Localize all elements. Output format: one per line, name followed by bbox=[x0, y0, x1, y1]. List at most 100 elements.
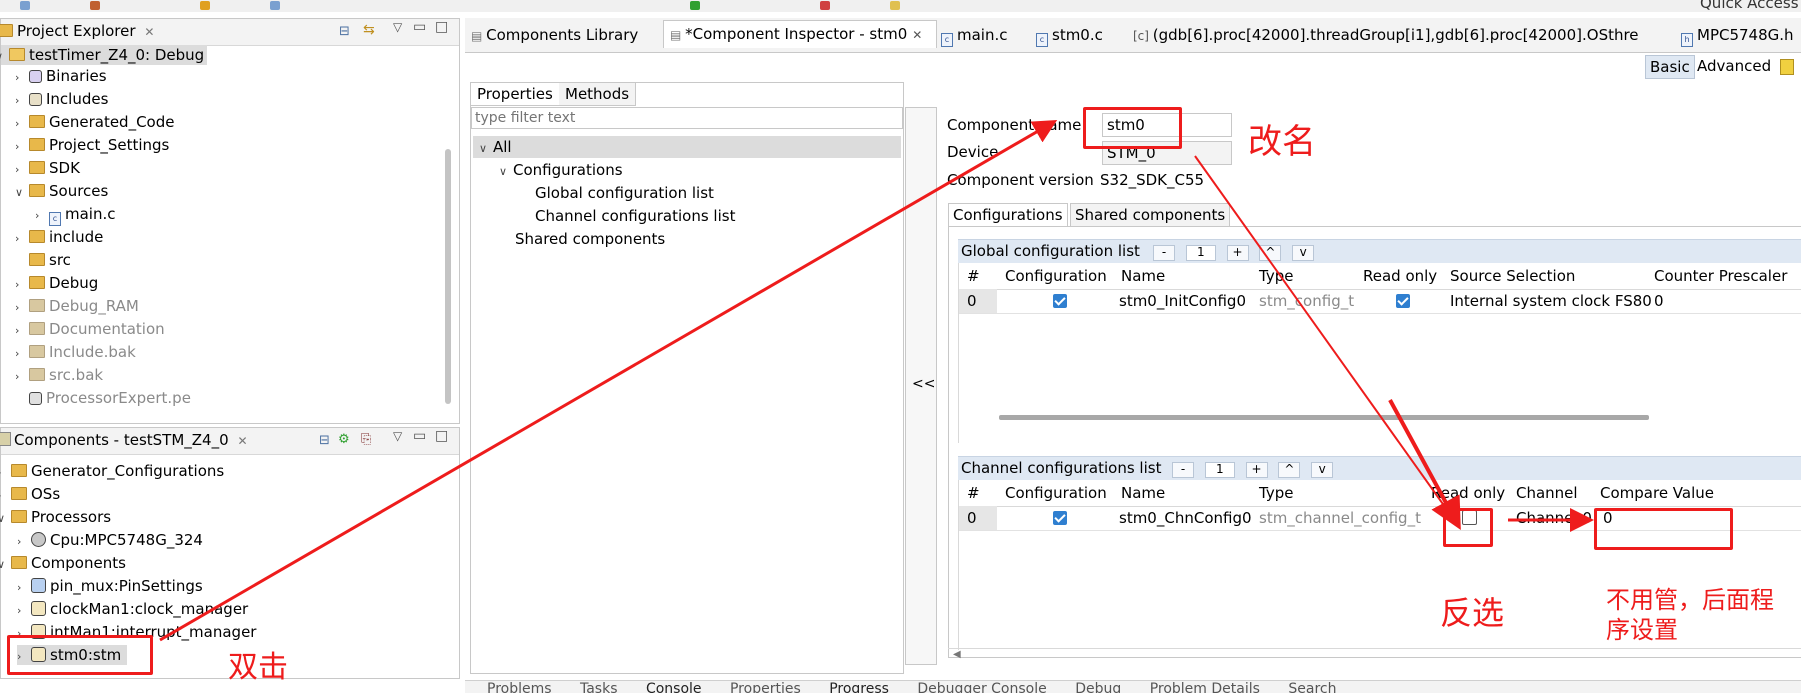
chevron-right-icon[interactable]: › bbox=[0, 463, 11, 483]
filter-input[interactable] bbox=[471, 107, 903, 129]
tree-item-configurations[interactable]: ∨ Configurations bbox=[499, 160, 623, 180]
chevron-right-icon[interactable]: › bbox=[15, 229, 29, 249]
chevron-down-icon[interactable]: ∨ bbox=[0, 555, 11, 575]
tab-problems[interactable]: Problems bbox=[487, 681, 552, 693]
count-field[interactable]: 1 bbox=[1204, 461, 1235, 478]
tab-components-library[interactable]: ▤ Components Library bbox=[465, 22, 644, 49]
stop-icon[interactable] bbox=[820, 1, 830, 10]
move-down-button[interactable]: v bbox=[1311, 461, 1334, 478]
chevron-right-icon[interactable]: › bbox=[0, 486, 11, 506]
remove-button[interactable]: - bbox=[1153, 244, 1175, 261]
chevron-right-icon[interactable]: › bbox=[15, 160, 29, 180]
tab-gdb-thread[interactable]: [c] (gdb[6].proc[42000].threadGroup[i1],… bbox=[1127, 22, 1639, 49]
panel-scrollbar[interactable]: ◀ bbox=[948, 648, 1801, 663]
tab-console[interactable]: Console bbox=[646, 681, 702, 693]
quick-access[interactable]: Quick Access bbox=[1700, 0, 1799, 12]
tab-debugger-console[interactable]: Debugger Console bbox=[917, 681, 1046, 693]
project-root[interactable]: ∨testTimer_Z4_0: Debug bbox=[0, 45, 207, 67]
tree-item-src-bak[interactable]: › src.bak bbox=[15, 365, 103, 385]
tree-item-debug[interactable]: › Debug bbox=[15, 273, 98, 293]
tree-item-cpu[interactable]: › Cpu:MPC5748G_324 bbox=[17, 530, 203, 550]
generate-code-icon[interactable]: ⚙ bbox=[338, 432, 350, 447]
chevron-down-icon[interactable]: ∨ bbox=[15, 183, 29, 203]
chevron-down-icon[interactable]: ∨ bbox=[499, 162, 513, 182]
move-up-button[interactable]: ^ bbox=[1278, 461, 1301, 478]
advanced-mode-button[interactable]: Advanced bbox=[1693, 55, 1775, 77]
chevron-down-icon[interactable]: ∨ bbox=[0, 509, 11, 529]
tab-shared-components[interactable]: Shared components bbox=[1070, 203, 1231, 227]
debug-icon[interactable] bbox=[20, 1, 30, 10]
tree-item-components[interactable]: ∨ Components bbox=[0, 553, 126, 573]
configuration-checkbox[interactable] bbox=[1053, 294, 1067, 308]
chevron-right-icon[interactable]: › bbox=[17, 578, 31, 598]
tree-item-src[interactable]: src bbox=[15, 250, 71, 270]
link-editor-icon[interactable]: ⇆ bbox=[363, 22, 375, 38]
build-icon[interactable] bbox=[200, 1, 210, 10]
move-up-button[interactable]: ^ bbox=[1259, 244, 1282, 261]
collapse-panel-button[interactable]: << bbox=[905, 107, 937, 665]
chevron-right-icon[interactable]: › bbox=[15, 275, 29, 295]
chevron-down-icon[interactable]: ∨ bbox=[479, 139, 493, 159]
search-icon[interactable] bbox=[270, 1, 280, 10]
tab-component-inspector[interactable]: ▤ *Component Inspector - stm0 ✕ bbox=[663, 20, 937, 48]
tab-methods[interactable]: Methods bbox=[559, 83, 637, 106]
close-icon[interactable]: ✕ bbox=[912, 28, 922, 42]
tree-item-generated-code[interactable]: › Generated_Code bbox=[15, 112, 174, 132]
nav-back-icon[interactable] bbox=[890, 1, 900, 10]
tree-item-global-config[interactable]: Global configuration list bbox=[535, 183, 714, 203]
export-icon[interactable]: ⎘ bbox=[361, 432, 371, 447]
collapse-all-icon[interactable]: ⊟ bbox=[319, 433, 330, 448]
tab-debug[interactable]: Debug bbox=[1075, 681, 1121, 693]
tab-mpc5748g-h[interactable]: h MPC5748G.h bbox=[1675, 22, 1800, 49]
add-button[interactable]: + bbox=[1245, 461, 1268, 478]
close-icon[interactable]: ✕ bbox=[144, 25, 154, 39]
chevron-right-icon[interactable]: › bbox=[15, 68, 29, 88]
chevron-right-icon[interactable]: › bbox=[17, 601, 31, 621]
count-field[interactable]: 1 bbox=[1185, 244, 1216, 261]
tree-item-sdk[interactable]: › SDK bbox=[15, 158, 80, 178]
tree-item-includes[interactable]: › Includes bbox=[15, 89, 108, 109]
tree-item-processorexpert[interactable]: ProcessorExpert.pe bbox=[15, 388, 191, 408]
tree-item-main-c[interactable]: › c main.c bbox=[35, 204, 116, 226]
tab-main-c[interactable]: c main.c bbox=[935, 22, 1014, 49]
chevron-down-icon[interactable]: ∨ bbox=[0, 47, 9, 67]
tree-item-processors[interactable]: ∨ Processors bbox=[0, 507, 111, 527]
run-icon[interactable] bbox=[90, 1, 100, 10]
horizontal-scrollbar[interactable] bbox=[999, 415, 1649, 420]
vertical-scrollbar[interactable] bbox=[445, 149, 451, 404]
basic-mode-button[interactable]: Basic bbox=[1645, 55, 1695, 79]
tab-tasks[interactable]: Tasks bbox=[580, 681, 618, 693]
tab-progress[interactable]: Progress bbox=[829, 681, 889, 693]
tab-problem-details[interactable]: Problem Details bbox=[1150, 681, 1260, 693]
chevron-right-icon[interactable]: › bbox=[15, 137, 29, 157]
scroll-left-icon[interactable]: ◀ bbox=[953, 649, 961, 660]
table-row[interactable]: 0 stm0_InitConfig0 stm_config_t Internal… bbox=[959, 289, 1801, 314]
chevron-right-icon[interactable]: › bbox=[15, 344, 29, 364]
tab-configurations[interactable]: Configurations bbox=[948, 203, 1068, 226]
tree-item-sources[interactable]: ∨ Sources bbox=[15, 181, 108, 201]
collapse-all-icon[interactable]: ⊟ bbox=[339, 24, 350, 39]
tab-stm0-c[interactable]: c stm0.c bbox=[1030, 22, 1109, 49]
minimize-icon[interactable]: ▭ bbox=[413, 19, 426, 35]
tree-item-debug-ram[interactable]: › Debug_RAM bbox=[15, 296, 139, 316]
chevron-right-icon[interactable]: › bbox=[15, 321, 29, 341]
tree-item-pin-mux[interactable]: › pin_mux:PinSettings bbox=[17, 576, 203, 596]
chevron-right-icon[interactable]: › bbox=[15, 298, 29, 318]
configuration-checkbox[interactable] bbox=[1053, 511, 1067, 525]
add-button[interactable]: + bbox=[1226, 244, 1249, 261]
tree-item-include-bak[interactable]: › Include.bak bbox=[15, 342, 136, 362]
chevron-right-icon[interactable]: › bbox=[17, 532, 31, 552]
move-down-button[interactable]: v bbox=[1292, 244, 1315, 261]
tree-item-oss[interactable]: ›OSs bbox=[0, 484, 60, 504]
chevron-right-icon[interactable]: › bbox=[15, 91, 29, 111]
tab-properties[interactable]: Properties bbox=[471, 83, 560, 106]
tree-item-all[interactable]: ∨ All bbox=[479, 137, 512, 157]
maximize-icon[interactable]: □ bbox=[435, 428, 448, 444]
remove-button[interactable]: - bbox=[1172, 461, 1194, 478]
maximize-icon[interactable]: □ bbox=[435, 19, 448, 35]
tab-properties-view[interactable]: Properties bbox=[730, 681, 801, 693]
play-icon[interactable] bbox=[690, 1, 700, 10]
tree-item-generator-configurations[interactable]: ›Generator_Configurations bbox=[0, 461, 224, 481]
tree-item-clockman[interactable]: › clockMan1:clock_manager bbox=[17, 599, 248, 619]
tree-item-documentation[interactable]: › Documentation bbox=[15, 319, 165, 339]
